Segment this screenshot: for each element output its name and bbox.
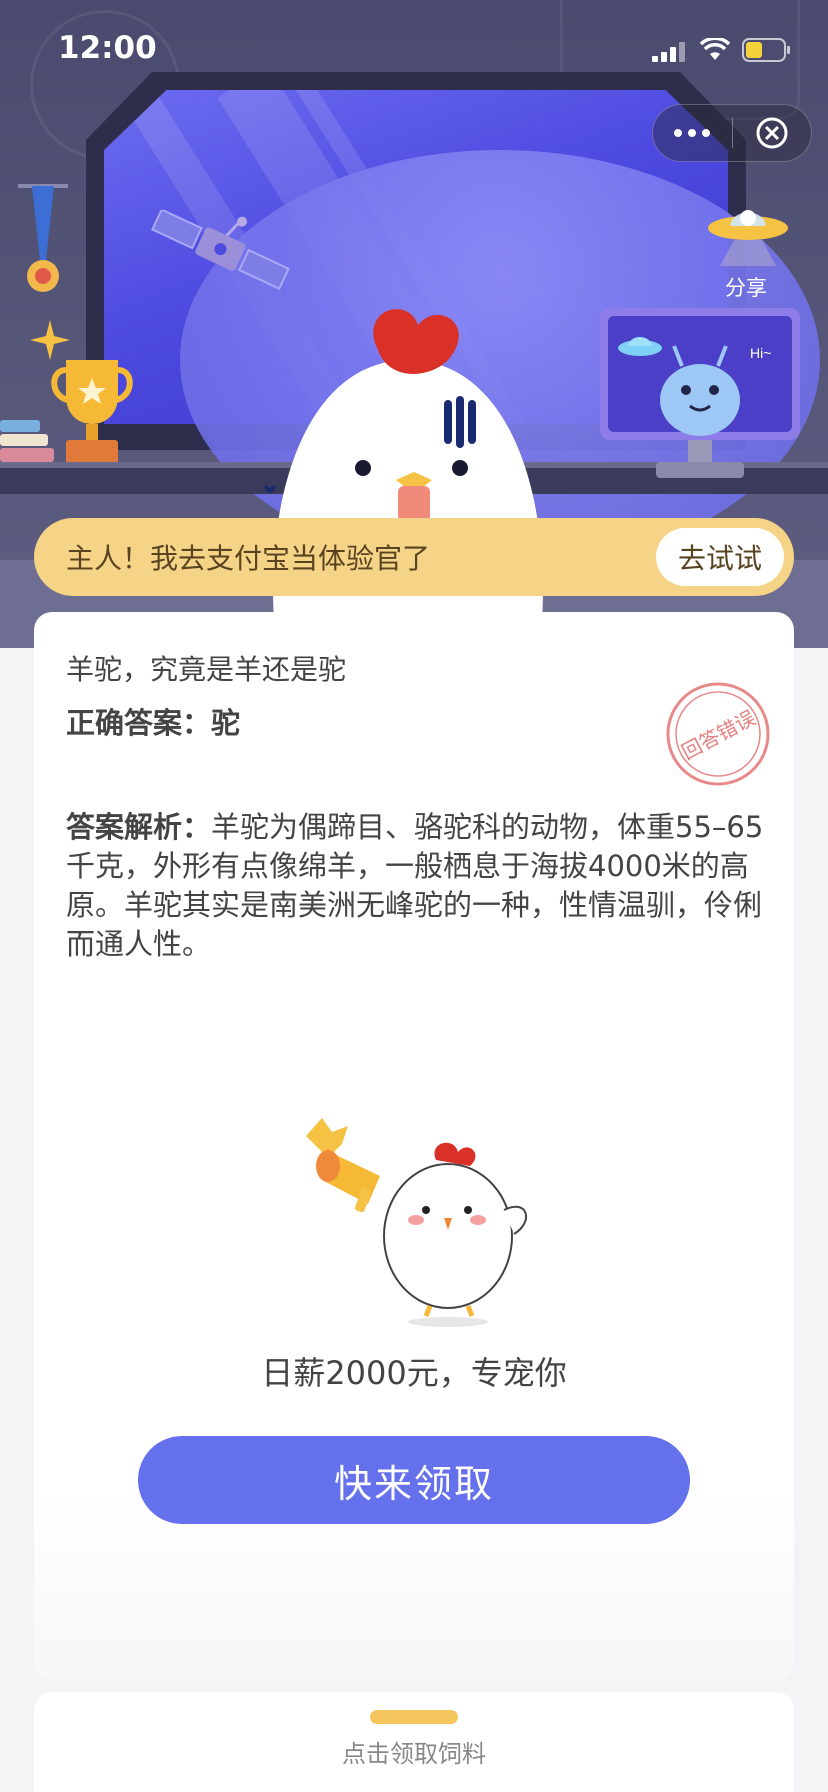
books-icon — [0, 420, 54, 462]
trophy-icon — [51, 360, 133, 464]
answer-label: 正确答案： — [66, 706, 212, 740]
promo-text: 日薪2000元，专宠你 — [261, 1354, 567, 1392]
correct-answer: 正确答案：驼 — [66, 700, 240, 742]
analysis-label: 答案解析： — [66, 810, 212, 844]
more-menu-button[interactable] — [653, 104, 732, 162]
wifi-icon — [700, 38, 730, 60]
more-dot-icon — [674, 129, 683, 137]
promo-banner: 主人！我去支付宝当体验官了 去试试 — [34, 518, 794, 596]
more-dot-icon — [688, 129, 697, 137]
claim-feed-label[interactable]: 点击领取饲料 — [34, 1734, 794, 1769]
status-bar: 12:00 — [0, 0, 828, 96]
stamp-text: 回答错误 — [678, 706, 760, 765]
share-label[interactable]: 分享 — [716, 272, 776, 302]
wrong-answer-stamp: 回答错误 — [666, 682, 770, 786]
try-button[interactable]: 去试试 — [655, 528, 784, 586]
banner-text: 主人！我去支付宝当体验官了 — [66, 542, 431, 575]
monitor-greeting: Hi~ — [750, 345, 771, 361]
close-circle-icon — [756, 117, 788, 149]
satellite-icon — [151, 210, 290, 290]
share-ufo-icon[interactable] — [706, 198, 790, 268]
panel-handle[interactable] — [370, 1710, 458, 1724]
cellular-signal-icon — [652, 42, 685, 62]
close-button[interactable] — [733, 104, 812, 162]
question-text: 羊驼，究竟是羊还是驼 — [66, 653, 347, 686]
miniprogram-capsule — [652, 104, 812, 162]
alien-monitor: Hi~ — [600, 308, 800, 478]
answer-card: 羊驼，究竟是羊还是驼 正确答案：驼 回答错误 答案解析：羊驼为偶蹄目、骆驼科的动… — [34, 612, 794, 1680]
answer-value: 驼 — [211, 706, 241, 740]
battery-icon — [742, 38, 790, 62]
feed-panel[interactable]: 点击领取饲料 — [34, 1692, 794, 1792]
status-time: 12:00 — [58, 30, 157, 66]
claim-button[interactable]: 快来领取 — [138, 1436, 690, 1524]
chicken-megaphone-illustration — [306, 1118, 527, 1327]
more-dot-icon — [702, 129, 711, 137]
answer-analysis: 答案解析：羊驼为偶蹄目、骆驼科的动物，体重55–65千克，外形有点像绵羊，一般栖… — [66, 808, 766, 964]
sparkle-icon — [30, 320, 70, 360]
medal-icon — [18, 184, 68, 292]
